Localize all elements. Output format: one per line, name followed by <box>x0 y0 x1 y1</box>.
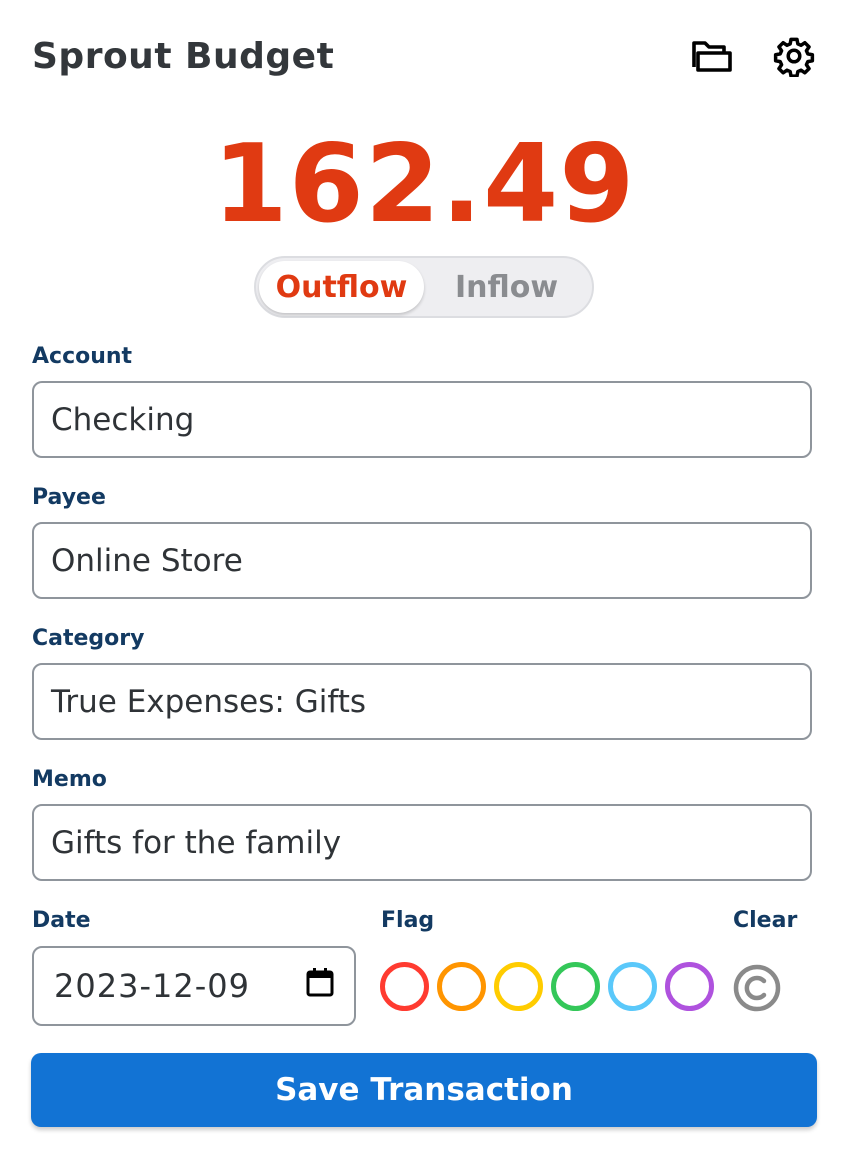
category-label: Category <box>32 626 145 651</box>
folder-icon[interactable] <box>690 34 734 78</box>
flag-blue[interactable] <box>608 962 657 1011</box>
flag-picker <box>380 962 714 1011</box>
payee-label: Payee <box>32 485 106 510</box>
date-label: Date <box>32 908 91 933</box>
date-field[interactable]: 2023-12-09 <box>32 946 356 1026</box>
outflow-option[interactable]: Outflow <box>259 261 424 313</box>
app-title: Sprout Budget <box>32 35 335 77</box>
flag-red[interactable] <box>380 962 429 1011</box>
flag-purple[interactable] <box>665 962 714 1011</box>
header-icons <box>690 34 816 78</box>
flag-green[interactable] <box>551 962 600 1011</box>
calendar-icon[interactable] <box>306 967 334 1005</box>
save-transaction-button[interactable]: Save Transaction <box>31 1053 817 1127</box>
clear-button[interactable] <box>732 963 782 1013</box>
memo-field[interactable]: Gifts for the family <box>32 804 812 881</box>
memo-label: Memo <box>32 767 107 792</box>
header: Sprout Budget <box>32 28 816 84</box>
copyright-icon <box>733 964 781 1012</box>
account-label: Account <box>32 344 133 369</box>
flow-toggle: Outflow Inflow <box>254 256 594 318</box>
flag-yellow[interactable] <box>494 962 543 1011</box>
gear-icon[interactable] <box>772 34 816 78</box>
amount-display[interactable]: 162.49 <box>0 122 848 247</box>
payee-field[interactable]: Online Store <box>32 522 812 599</box>
flag-label: Flag <box>381 908 435 933</box>
flag-orange[interactable] <box>437 962 486 1011</box>
clear-label: Clear <box>733 908 798 933</box>
date-value: 2023-12-09 <box>54 967 250 1005</box>
inflow-option[interactable]: Inflow <box>424 261 589 313</box>
category-field[interactable]: True Expenses: Gifts <box>32 663 812 740</box>
account-field[interactable]: Checking <box>32 381 812 458</box>
